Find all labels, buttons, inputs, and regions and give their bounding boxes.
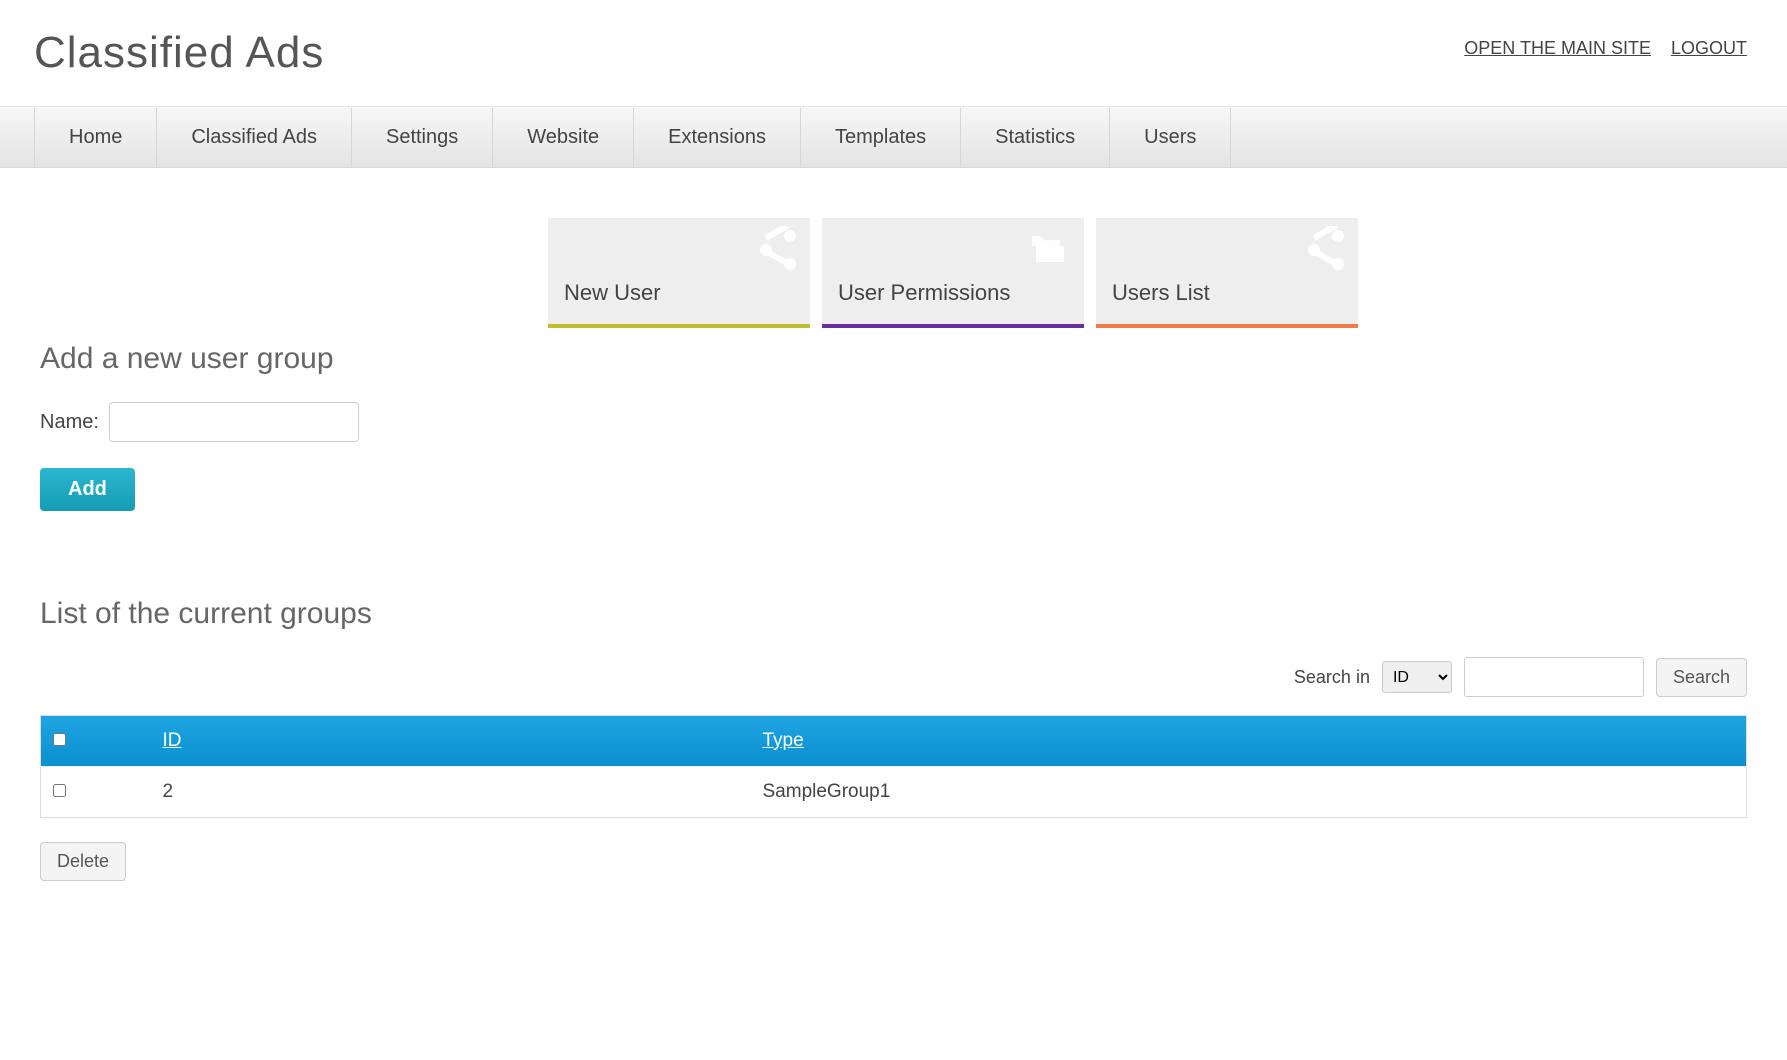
site-title: Classified Ads <box>34 28 324 78</box>
col-id: ID <box>151 716 751 767</box>
cell-type: SampleGroup1 <box>751 767 1747 818</box>
groups-list-heading: List of the current groups <box>40 597 1747 631</box>
name-row: Name: <box>40 402 1747 442</box>
card-user-permissions[interactable]: User Permissions <box>822 218 1084 328</box>
groups-table: ID Type 2 SampleGroup1 <box>40 715 1747 818</box>
select-all-checkbox[interactable] <box>53 733 66 746</box>
header-links: OPEN THE MAIN SITE LOGOUT <box>1464 28 1747 59</box>
add-group-heading: Add a new user group <box>40 342 1747 376</box>
nav-classified-ads[interactable]: Classified Ads <box>156 108 351 167</box>
search-query-input[interactable] <box>1464 657 1644 697</box>
nav-statistics[interactable]: Statistics <box>960 108 1109 167</box>
search-in-label: Search in <box>1294 667 1370 688</box>
main-nav: Home Classified Ads Settings Website Ext… <box>0 106 1787 168</box>
cell-id: 2 <box>151 767 751 818</box>
open-main-site-link[interactable]: OPEN THE MAIN SITE <box>1464 38 1651 59</box>
nav-home[interactable]: Home <box>34 108 156 167</box>
nav-extensions[interactable]: Extensions <box>633 108 800 167</box>
logout-link[interactable]: LOGOUT <box>1671 38 1747 59</box>
delete-button[interactable]: Delete <box>40 842 126 881</box>
add-button[interactable]: Add <box>40 468 135 511</box>
share-icon <box>1302 226 1350 274</box>
nav-templates[interactable]: Templates <box>800 108 960 167</box>
col-checkbox <box>41 716 151 767</box>
folders-icon <box>1028 226 1076 274</box>
col-type: Type <box>751 716 1747 767</box>
search-bar: Search in ID Search <box>40 657 1747 697</box>
content: New User User Permissions Users List Add… <box>0 168 1787 931</box>
name-label: Name: <box>40 411 99 434</box>
header: Classified Ads OPEN THE MAIN SITE LOGOUT <box>0 0 1787 78</box>
nav-settings[interactable]: Settings <box>351 108 492 167</box>
search-button[interactable]: Search <box>1656 658 1747 697</box>
card-users-list[interactable]: Users List <box>1096 218 1358 328</box>
sort-type-link[interactable]: Type <box>763 730 804 751</box>
search-field-select[interactable]: ID <box>1382 661 1452 693</box>
row-checkbox[interactable] <box>53 784 66 797</box>
name-input[interactable] <box>109 402 359 442</box>
table-actions: Delete <box>40 842 1747 881</box>
card-new-user[interactable]: New User <box>548 218 810 328</box>
action-cards: New User User Permissions Users List <box>548 218 1747 328</box>
card-label: User Permissions <box>838 280 1010 306</box>
share-icon <box>754 226 802 274</box>
nav-users[interactable]: Users <box>1109 108 1231 167</box>
nav-website[interactable]: Website <box>492 108 633 167</box>
card-label: New User <box>564 280 661 306</box>
sort-id-link[interactable]: ID <box>163 730 182 751</box>
card-label: Users List <box>1112 280 1210 306</box>
table-row: 2 SampleGroup1 <box>41 767 1747 818</box>
